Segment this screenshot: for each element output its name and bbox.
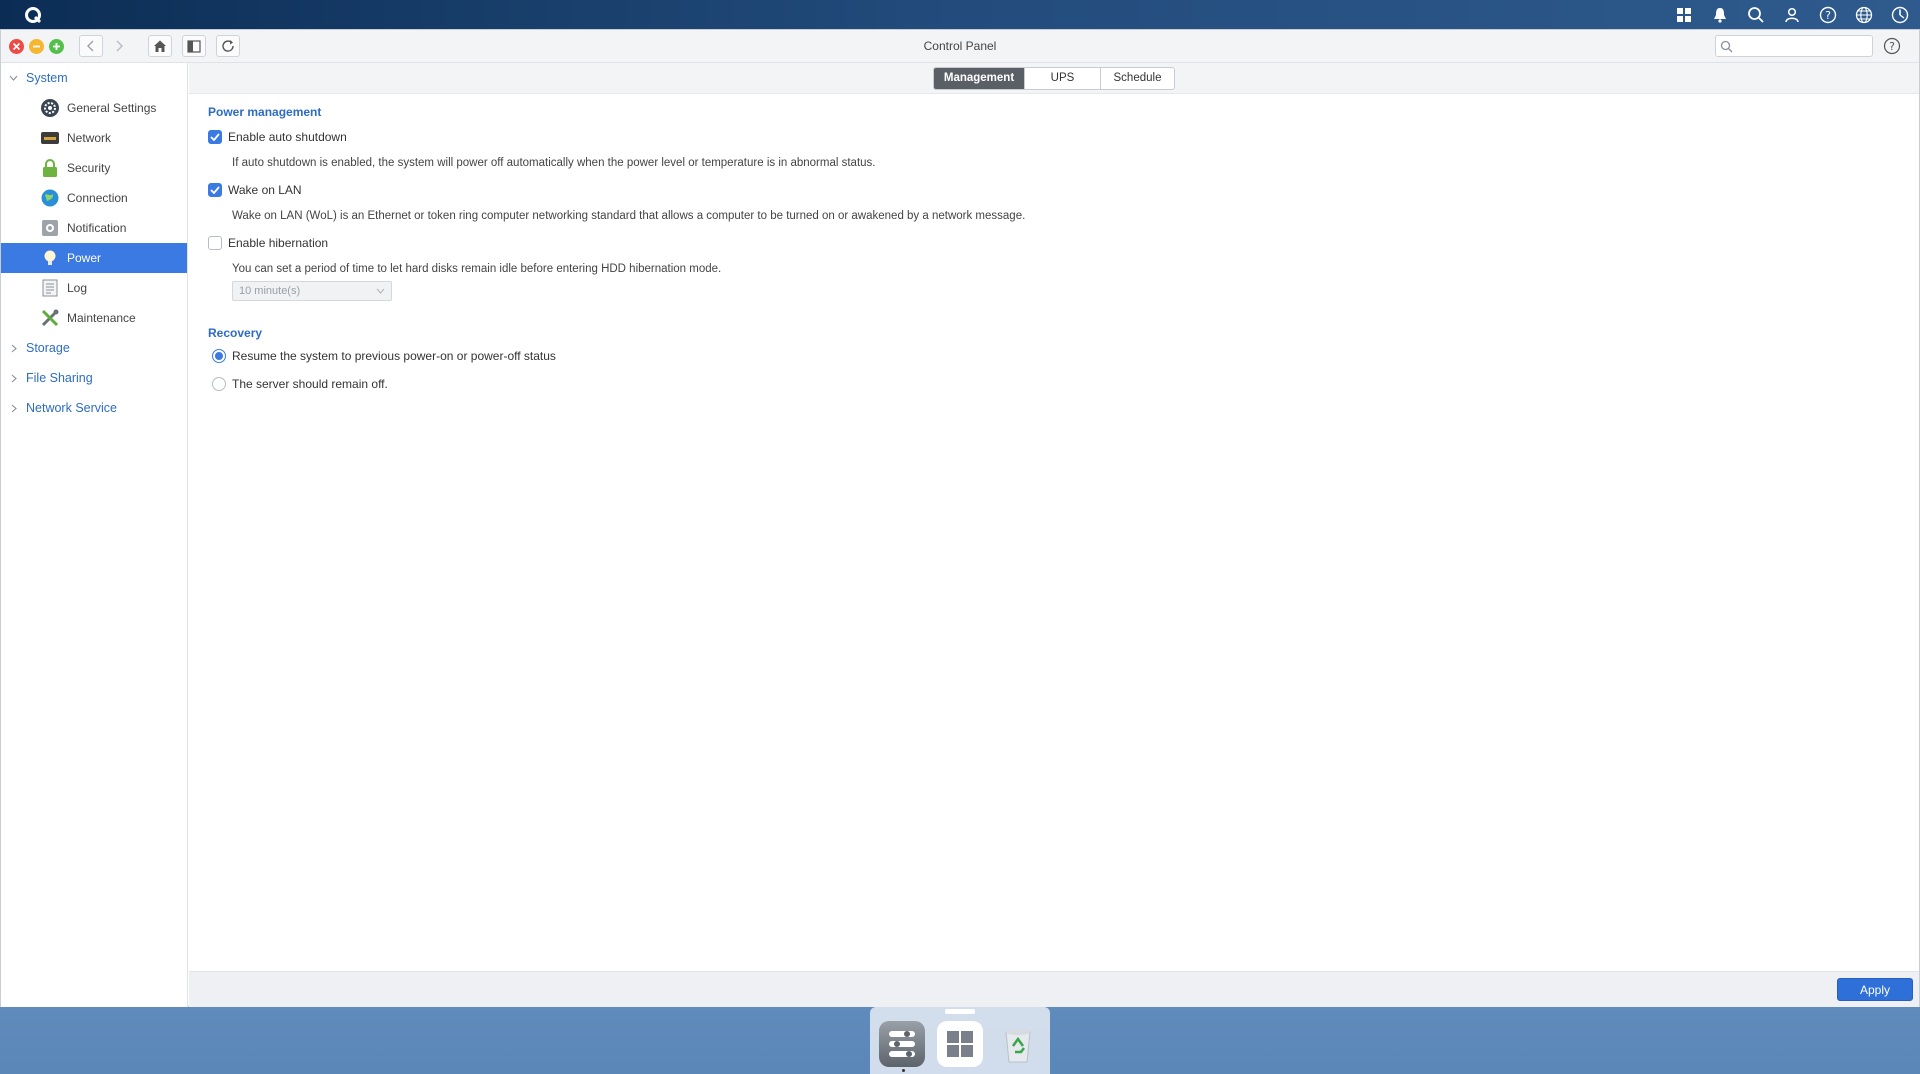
recovery-title: Recovery: [208, 326, 263, 340]
control-panel-dock-icon[interactable]: [879, 1020, 925, 1067]
language-globe-icon[interactable]: [1852, 3, 1876, 27]
sidebar-item-label: Notification: [67, 221, 127, 235]
tab-schedule[interactable]: Schedule: [1100, 67, 1174, 89]
hibernation-label: Enable hibernation: [228, 236, 329, 250]
dock-handle[interactable]: [945, 1009, 975, 1014]
sidebar-item-security[interactable]: Security: [1, 153, 187, 183]
wake-on-lan-label: Wake on LAN: [228, 183, 302, 197]
qnap-logo-icon[interactable]: [22, 4, 44, 26]
sidebar-item-label: Power: [67, 251, 102, 265]
sidebar-item-label: Network: [67, 131, 112, 145]
sidebar-item-label: Security: [67, 161, 111, 175]
globe-icon: [40, 188, 60, 208]
sidebar-item-maintenance[interactable]: Maintenance: [1, 303, 187, 333]
network-icon: [40, 128, 60, 148]
sidebar-group-storage[interactable]: Storage: [1, 333, 187, 363]
search-icon: [1720, 40, 1733, 52]
window-titlebar: Control Panel ?: [1, 30, 1919, 63]
search-field[interactable]: [1715, 35, 1873, 57]
dock: [870, 1007, 1050, 1074]
hibernation-row[interactable]: Enable hibernation: [208, 236, 328, 250]
sidebar-group-system[interactable]: System: [1, 63, 187, 93]
user-icon[interactable]: [1780, 3, 1804, 27]
svg-text:?: ?: [1889, 40, 1895, 53]
auto-shutdown-row[interactable]: Enable auto shutdown: [208, 130, 347, 144]
apply-button[interactable]: Apply: [1837, 978, 1913, 1001]
recovery-option-label: The server should remain off.: [232, 377, 388, 391]
tab-ups[interactable]: UPS: [1024, 67, 1100, 89]
sidebar-group-label: File Sharing: [26, 371, 93, 385]
sidebar-item-connection[interactable]: Connection: [1, 183, 187, 213]
sidebar-item-log[interactable]: Log: [1, 273, 187, 303]
running-indicator: [902, 1069, 905, 1072]
sidebar-group-label: Network Service: [26, 401, 117, 415]
dashboard-gauge-icon[interactable]: [1888, 3, 1912, 27]
lock-icon: [40, 158, 60, 178]
sidebar-group-network-service[interactable]: Network Service: [1, 393, 187, 423]
chevron-down-icon: [376, 288, 385, 294]
recovery-option-remain-off[interactable]: The server should remain off.: [212, 377, 388, 391]
sidebar-item-network[interactable]: Network: [1, 123, 187, 153]
hibernation-description: You can set a period of time to let hard…: [232, 263, 722, 275]
main-content: Management UPS Schedule Power management…: [189, 63, 1919, 1007]
help-icon[interactable]: ?: [1816, 3, 1840, 27]
tab-group: Management UPS Schedule: [933, 66, 1175, 90]
chevron-right-icon: [1, 374, 26, 383]
bell-icon[interactable]: [1708, 3, 1732, 27]
sidebar-item-label: Maintenance: [67, 311, 136, 325]
sidebar-item-power[interactable]: Power: [1, 243, 187, 273]
remain-off-radio[interactable]: [212, 377, 226, 391]
sidebar: System General Settings Network Security…: [1, 63, 188, 1007]
search-input[interactable]: [1737, 40, 1867, 52]
sidebar-item-label: Connection: [67, 191, 128, 205]
app-center-dock-icon[interactable]: [937, 1020, 983, 1067]
tools-icon: [40, 308, 60, 328]
hibernation-period-value: 10 minute(s): [239, 285, 301, 297]
search-icon[interactable]: [1744, 3, 1768, 27]
sidebar-item-label: Log: [67, 281, 88, 295]
resume-radio[interactable]: [212, 349, 226, 363]
system-topbar: ?: [0, 0, 1920, 29]
hibernation-period-select[interactable]: 10 minute(s): [232, 281, 392, 301]
auto-shutdown-checkbox[interactable]: [208, 130, 222, 144]
sidebar-group-label: System: [26, 71, 68, 85]
hibernation-checkbox[interactable]: [208, 236, 222, 250]
recycle-bin-dock-icon[interactable]: [995, 1021, 1041, 1067]
window-title: Control Panel: [923, 39, 997, 53]
log-icon: [40, 278, 60, 298]
gear-icon: [40, 98, 60, 118]
wake-on-lan-row[interactable]: Wake on LAN: [208, 183, 302, 197]
control-panel-window: Control Panel ? System General Settings: [0, 29, 1920, 1007]
apps-grid-icon[interactable]: [1672, 3, 1696, 27]
help-button[interactable]: ?: [1883, 37, 1901, 55]
wake-on-lan-checkbox[interactable]: [208, 183, 222, 197]
bulb-icon: [40, 248, 60, 268]
auto-shutdown-description: If auto shutdown is enabled, the system …: [232, 157, 876, 169]
recovery-option-label: Resume the system to previous power-on o…: [232, 349, 556, 363]
checkmark-icon: [210, 133, 220, 141]
power-management-title: Power management: [208, 105, 322, 119]
checkmark-icon: [210, 186, 220, 194]
tabs-bar: Management UPS Schedule: [189, 63, 1919, 94]
tab-management[interactable]: Management: [934, 67, 1024, 89]
chevron-right-icon: [1, 404, 26, 413]
sidebar-group-file-sharing[interactable]: File Sharing: [1, 363, 187, 393]
sidebar-item-notification[interactable]: Notification: [1, 213, 187, 243]
chevron-down-icon: [1, 75, 26, 81]
bell-icon: [40, 218, 60, 238]
help-icon: ?: [1883, 37, 1901, 55]
content-footer: Apply: [189, 971, 1919, 1007]
auto-shutdown-label: Enable auto shutdown: [228, 130, 347, 144]
sidebar-group-label: Storage: [26, 341, 70, 355]
recovery-option-resume[interactable]: Resume the system to previous power-on o…: [212, 349, 556, 363]
svg-text:?: ?: [1825, 9, 1831, 22]
chevron-right-icon: [1, 344, 26, 353]
sidebar-item-label: General Settings: [67, 101, 157, 115]
wake-on-lan-description: Wake on LAN (WoL) is an Ethernet or toke…: [232, 210, 1026, 222]
sidebar-item-general-settings[interactable]: General Settings: [1, 93, 187, 123]
